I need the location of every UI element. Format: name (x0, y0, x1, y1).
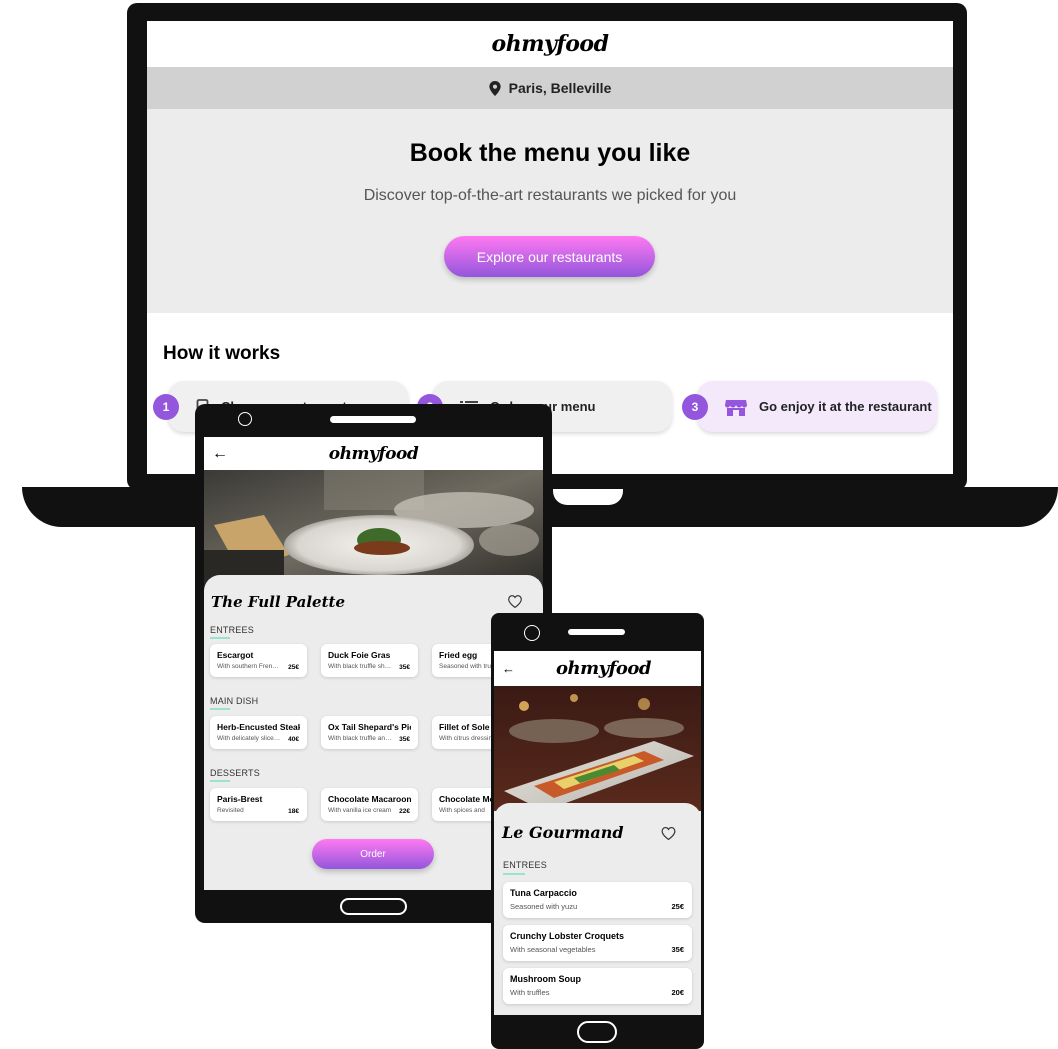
phone-screen: ← ohmyfood Le Gourmand ENTREES Tuna Carp… (494, 651, 701, 1015)
tablet-speaker (330, 416, 416, 423)
step-card-3[interactable]: Go enjoy it at the restaurant (697, 381, 937, 432)
dish-name: Mushroom Soup (510, 974, 581, 984)
step-label: Go enjoy it at the restaurant (759, 399, 932, 414)
restaurant-hero-image (204, 470, 543, 590)
dish-price: 20€ (671, 988, 684, 997)
section-title: MAIN DISH (210, 696, 259, 706)
section-underline (503, 873, 525, 875)
tablet-camera (238, 412, 252, 426)
restaurant-name: Le Gourmand (502, 823, 624, 842)
dish-description: With seasonal vegetables (510, 945, 596, 954)
dish-card[interactable]: Duck Foie Gras With black truffle shavin… (321, 644, 418, 677)
dish-name: Escargot (217, 650, 254, 660)
hero-title: Book the menu you like (409, 139, 691, 167)
dish-price: 18€ (288, 808, 299, 815)
section-title: ENTREES (503, 860, 547, 870)
heart-icon[interactable] (661, 827, 676, 840)
section-title: ENTREES (210, 625, 254, 635)
site-header: ohmyfood (147, 21, 953, 67)
section-underline (210, 780, 230, 782)
how-it-works-title: How it works (163, 343, 281, 364)
section-title: DESSERTS (210, 768, 260, 778)
app-logo[interactable]: ohmyfood (556, 658, 651, 679)
app-logo[interactable]: ohmyfood (329, 444, 419, 464)
dish-card[interactable]: Tuna Carpaccio Seasoned with yuzu 25€ (503, 882, 692, 918)
app-header: ← ohmyfood (494, 651, 701, 686)
dish-card[interactable]: Escargot With southern French flair 25€ (210, 644, 307, 677)
app-header: ← ohmyfood (204, 437, 543, 470)
phone-home-button[interactable] (577, 1021, 617, 1043)
tablet-home-button[interactable] (340, 898, 407, 915)
dish-name: Duck Foie Gras (328, 650, 391, 660)
dish-price: 25€ (288, 664, 299, 671)
restaurant-name: The Full Palette (211, 593, 345, 611)
back-arrow-icon[interactable]: ← (212, 445, 228, 463)
hero-subtitle: Discover top-of-the-art restaurants we p… (363, 187, 737, 204)
menu-panel: Le Gourmand ENTREES Tuna Carpaccio Seaso… (494, 803, 701, 1015)
map-pin-icon (489, 80, 501, 96)
dish-card[interactable]: Mushroom Soup With truffles 20€ (503, 968, 692, 1004)
restaurant-hero-image (494, 686, 701, 811)
section-underline (210, 637, 230, 639)
dish-price: 40€ (288, 736, 299, 743)
dish-price: 35€ (671, 945, 684, 954)
step-number: 3 (682, 394, 708, 420)
back-arrow-icon[interactable]: ← (502, 661, 515, 676)
step-number: 1 (153, 394, 179, 420)
dish-description: Revisited (217, 807, 244, 814)
dish-description: With black truffle and cheese (328, 735, 392, 742)
dish-card[interactable]: Crunchy Lobster Croquets With seasonal v… (503, 925, 692, 961)
dish-name: Paris-Brest (217, 794, 263, 804)
dish-card[interactable]: Herb-Encusted Steak With delicately slic… (210, 716, 307, 749)
dish-card[interactable]: Chocolate Macaroons With vanilla ice cre… (321, 788, 418, 821)
dish-price: 25€ (671, 902, 684, 911)
order-button[interactable]: Order (312, 839, 434, 869)
dish-price: 35€ (399, 736, 410, 743)
dish-description: Seasoned with yuzu (510, 902, 578, 911)
dish-card[interactable]: Ox Tail Shepard's Pie With black truffle… (321, 716, 418, 749)
phone-camera (524, 625, 540, 641)
site-logo[interactable]: ohmyfood (492, 31, 609, 57)
dish-price: 35€ (399, 664, 410, 671)
dish-card[interactable]: Paris-Brest Revisited 18€ (210, 788, 307, 821)
dish-description: With truffles (510, 988, 550, 997)
dish-price: 22€ (399, 808, 410, 815)
dish-description: With southern French flair (217, 663, 281, 670)
heart-icon[interactable] (508, 595, 522, 608)
laptop-notch (553, 489, 623, 505)
phone-speaker (568, 629, 625, 635)
dish-description: With black truffle shavings (328, 663, 392, 670)
section-underline (210, 708, 230, 710)
dish-description: With delicately sliced potatoes (217, 735, 281, 742)
hero-section: Book the menu you like Discover top-of-t… (147, 109, 953, 313)
location-label: Paris, Belleville (508, 80, 612, 96)
dish-name: Ox Tail Shepard's Pie (328, 722, 411, 732)
dish-name: Crunchy Lobster Croquets (510, 931, 625, 941)
dish-name: Tuna Carpaccio (510, 888, 577, 898)
dish-description: With vanilla ice cream (328, 807, 392, 814)
dish-name: Chocolate Macaroons (328, 794, 411, 804)
dish-name: Herb-Encusted Steak (217, 722, 300, 732)
location-bar[interactable]: Paris, Belleville (147, 67, 953, 109)
store-icon (725, 399, 747, 416)
explore-restaurants-button[interactable]: Explore our restaurants (444, 236, 655, 277)
